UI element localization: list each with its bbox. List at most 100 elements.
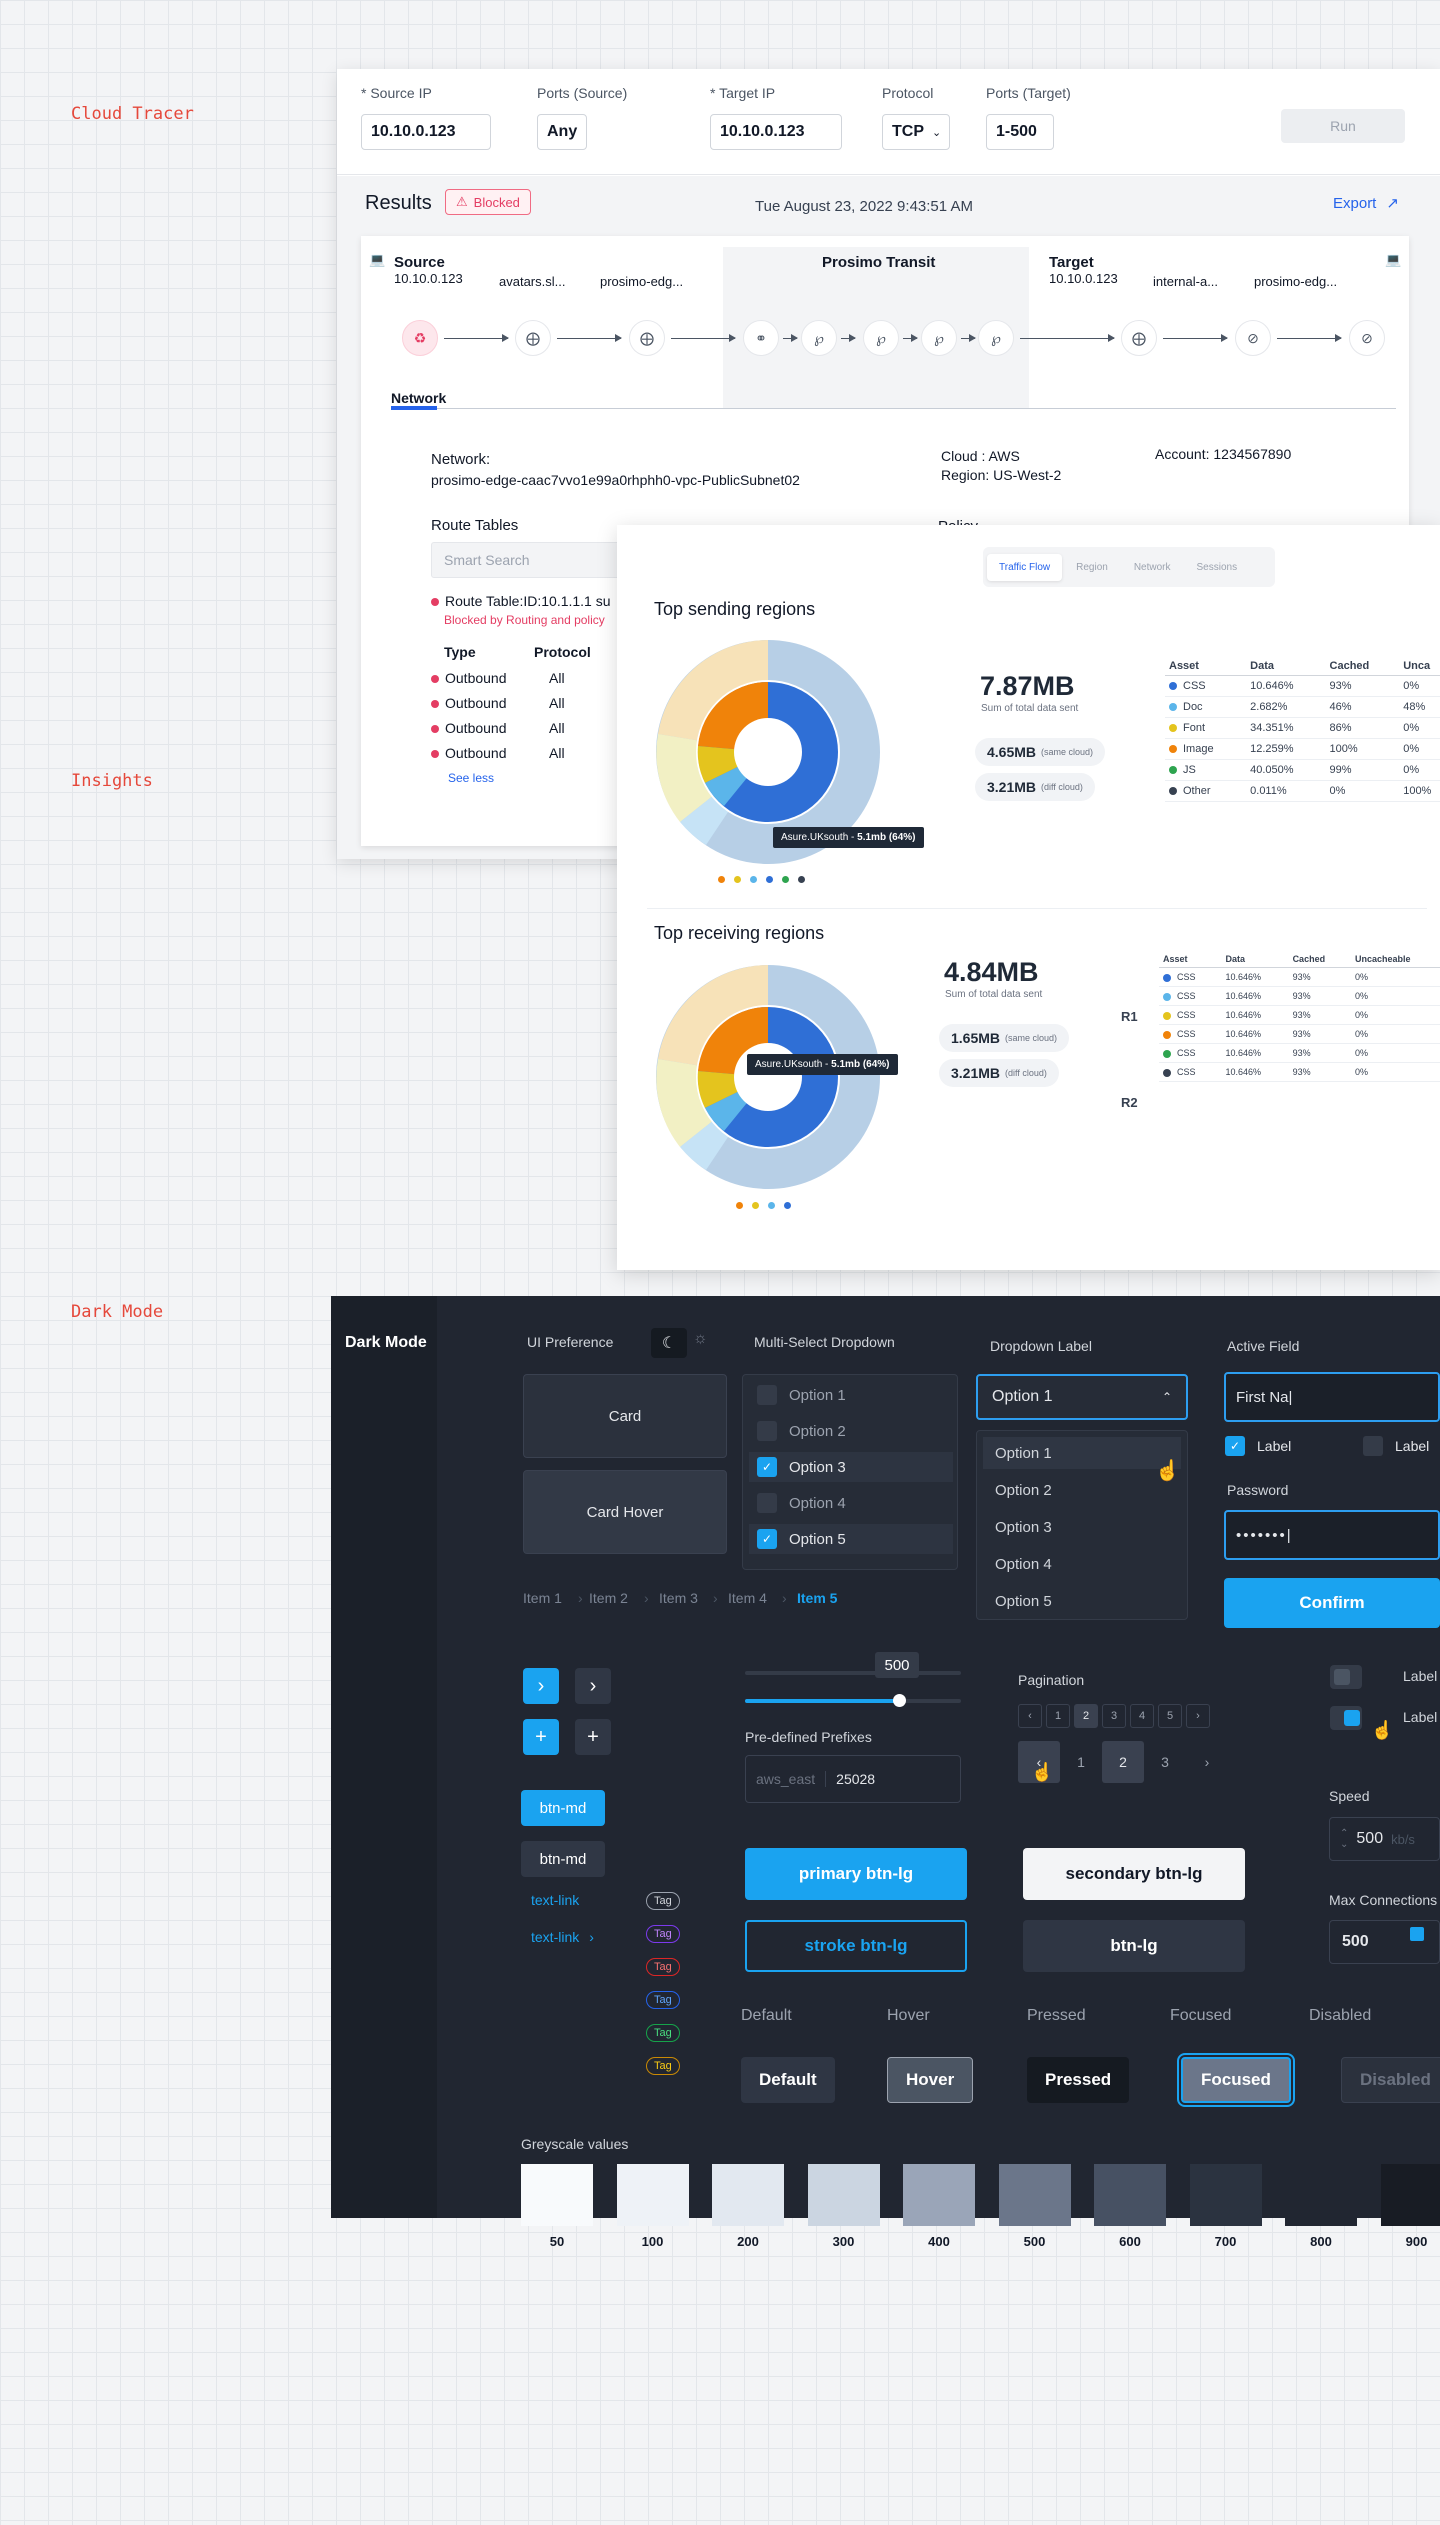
legend-dot[interactable] — [750, 876, 757, 883]
text-link[interactable]: text-link — [531, 1892, 579, 1908]
breadcrumb-item[interactable]: Item 2 — [589, 1590, 628, 1606]
hover-button[interactable]: Hover — [887, 2057, 974, 2103]
page-button[interactable]: 1 — [1060, 1741, 1102, 1783]
toggle-on[interactable] — [1330, 1706, 1362, 1730]
chevron-right-icon[interactable]: › — [1186, 1704, 1210, 1728]
gateway-icon[interactable]: ⨁ — [515, 320, 551, 356]
primary-btn-lg[interactable]: primary btn-lg — [745, 1848, 967, 1900]
secondary-btn-lg[interactable]: secondary btn-lg — [1023, 1848, 1245, 1900]
first-name-input[interactable]: First Na| — [1224, 1372, 1440, 1422]
plus-icon[interactable]: + — [523, 1719, 559, 1755]
page-button[interactable]: 1 — [1046, 1704, 1070, 1728]
checkbox-checked-icon[interactable]: ✓ — [757, 1529, 777, 1549]
password-input[interactable]: •••••••| — [1224, 1510, 1440, 1560]
edge-icon[interactable]: ℘ — [863, 320, 899, 356]
gateway-icon[interactable]: ⨁ — [1121, 320, 1157, 356]
link-icon[interactable]: ⚭ — [743, 320, 779, 356]
menu-item[interactable]: Option 2 — [983, 1474, 1181, 1506]
edge-icon[interactable]: ℘ — [921, 320, 957, 356]
route-table-item[interactable]: Route Table:ID:10.1.1.1 su — [431, 593, 611, 609]
btn-md-primary[interactable]: btn-md — [521, 1790, 605, 1826]
confirm-button[interactable]: Confirm — [1224, 1578, 1440, 1628]
sun-icon[interactable]: ☼ — [693, 1330, 708, 1348]
speed-stepper[interactable]: ⌃ ⌄ 500 kb/s — [1329, 1817, 1440, 1861]
btn-lg[interactable]: btn-lg — [1023, 1920, 1245, 1972]
max-connections-stepper[interactable]: 500 — [1329, 1920, 1440, 1964]
legend-dot[interactable] — [736, 1202, 743, 1209]
option-item[interactable]: Option 2 — [749, 1416, 953, 1446]
tab-region[interactable]: Region — [1064, 554, 1120, 581]
page-button[interactable]: 3 — [1102, 1704, 1126, 1728]
menu-item[interactable]: Option 5 — [983, 1585, 1181, 1617]
chevron-left-icon[interactable]: ‹ — [1018, 1704, 1042, 1728]
legend-dot[interactable] — [784, 1202, 791, 1209]
option-item[interactable]: Option 4 — [749, 1488, 953, 1518]
chevron-right-icon[interactable]: › — [523, 1668, 559, 1704]
option-item[interactable]: ✓ Option 3 — [749, 1452, 953, 1482]
ports-source-input[interactable]: Any — [537, 114, 587, 150]
source-ip-input[interactable]: 10.10.0.123 — [361, 114, 491, 150]
menu-item[interactable]: Option 3 — [983, 1511, 1181, 1543]
source-node-icon[interactable]: ♻ — [402, 320, 438, 356]
checkbox-label-checked[interactable]: ✓ Label — [1225, 1436, 1291, 1456]
legend-dot[interactable] — [768, 1202, 775, 1209]
btn-md-secondary[interactable]: btn-md — [521, 1841, 605, 1877]
tab-traffic-flow[interactable]: Traffic Flow — [987, 553, 1063, 581]
export-link[interactable]: Export ↗ — [1333, 194, 1399, 213]
checkbox[interactable] — [757, 1421, 777, 1441]
page-button[interactable]: 3 — [1144, 1741, 1186, 1783]
checkbox[interactable] — [757, 1385, 777, 1405]
moon-icon[interactable]: ☾ — [651, 1328, 687, 1358]
text-link-chevron[interactable]: text-link › — [531, 1929, 594, 1945]
tab-network[interactable]: Network — [1122, 554, 1183, 581]
gateway-icon[interactable]: ⨁ — [629, 320, 665, 356]
plus-icon[interactable]: + — [575, 1719, 611, 1755]
menu-item[interactable]: Option 4 — [983, 1548, 1181, 1580]
checkbox-label-unchecked[interactable]: Label — [1363, 1436, 1429, 1456]
target-ip-input[interactable]: 10.10.0.123 — [710, 114, 842, 150]
dropdown-select[interactable]: Option 1 ⌃ — [976, 1374, 1188, 1420]
run-button[interactable]: Run — [1281, 109, 1405, 143]
page-button-current[interactable]: 2 — [1074, 1704, 1098, 1728]
stroke-btn-lg[interactable]: stroke btn-lg — [745, 1920, 967, 1972]
breadcrumb-item[interactable]: Item 4 — [728, 1590, 767, 1606]
legend-dot[interactable] — [798, 876, 805, 883]
legend-dot[interactable] — [734, 876, 741, 883]
chevron-right-icon[interactable]: › — [575, 1668, 611, 1704]
stepper-up-icon[interactable] — [1410, 1927, 1424, 1941]
legend-dot[interactable] — [766, 876, 773, 883]
page-button[interactable]: 5 — [1158, 1704, 1182, 1728]
tab-sessions[interactable]: Sessions — [1185, 554, 1250, 581]
legend-dot[interactable] — [752, 1202, 759, 1209]
breadcrumb-item-current[interactable]: Item 5 — [797, 1590, 837, 1606]
card[interactable]: Card — [523, 1374, 727, 1458]
stepper-arrows-icon[interactable]: ⌃ ⌄ — [1340, 1828, 1348, 1850]
checkbox-checked-icon[interactable]: ✓ — [757, 1457, 777, 1477]
page-button[interactable]: 4 — [1130, 1704, 1154, 1728]
tab-network[interactable]: Network — [391, 390, 446, 406]
option-item[interactable]: ✓ Option 5 — [749, 1524, 953, 1554]
focused-button[interactable]: Focused — [1181, 2057, 1291, 2103]
option-item[interactable]: Option 1 — [749, 1380, 953, 1410]
card-hover[interactable]: Card Hover — [523, 1470, 727, 1554]
breadcrumb-item[interactable]: Item 1 — [523, 1590, 562, 1606]
prefix-input[interactable]: aws_east 25028 — [745, 1755, 961, 1803]
page-button-current[interactable]: 2 — [1102, 1741, 1144, 1783]
default-button[interactable]: Default — [741, 2057, 835, 2103]
checkbox-checked-icon[interactable]: ✓ — [1225, 1436, 1245, 1456]
blocked-app-icon[interactable]: ⊘ — [1235, 320, 1271, 356]
edge-icon[interactable]: ℘ — [978, 320, 1014, 356]
edge-icon[interactable]: ℘ — [801, 320, 837, 356]
ports-target-input[interactable]: 1-500 — [986, 114, 1054, 150]
legend-dot[interactable] — [718, 876, 725, 883]
legend-dot[interactable] — [782, 876, 789, 883]
slider-handle[interactable] — [893, 1694, 906, 1707]
toggle-off[interactable] — [1330, 1665, 1362, 1689]
pressed-button[interactable]: Pressed — [1027, 2057, 1130, 2103]
breadcrumb-item[interactable]: Item 3 — [659, 1590, 698, 1606]
checkbox[interactable] — [1363, 1436, 1383, 1456]
see-less-link[interactable]: See less — [448, 771, 494, 785]
protocol-select[interactable]: TCP ⌄ — [882, 114, 950, 150]
menu-item[interactable]: Option 1 — [983, 1437, 1181, 1469]
blocked-app-icon[interactable]: ⊘ — [1349, 320, 1385, 356]
